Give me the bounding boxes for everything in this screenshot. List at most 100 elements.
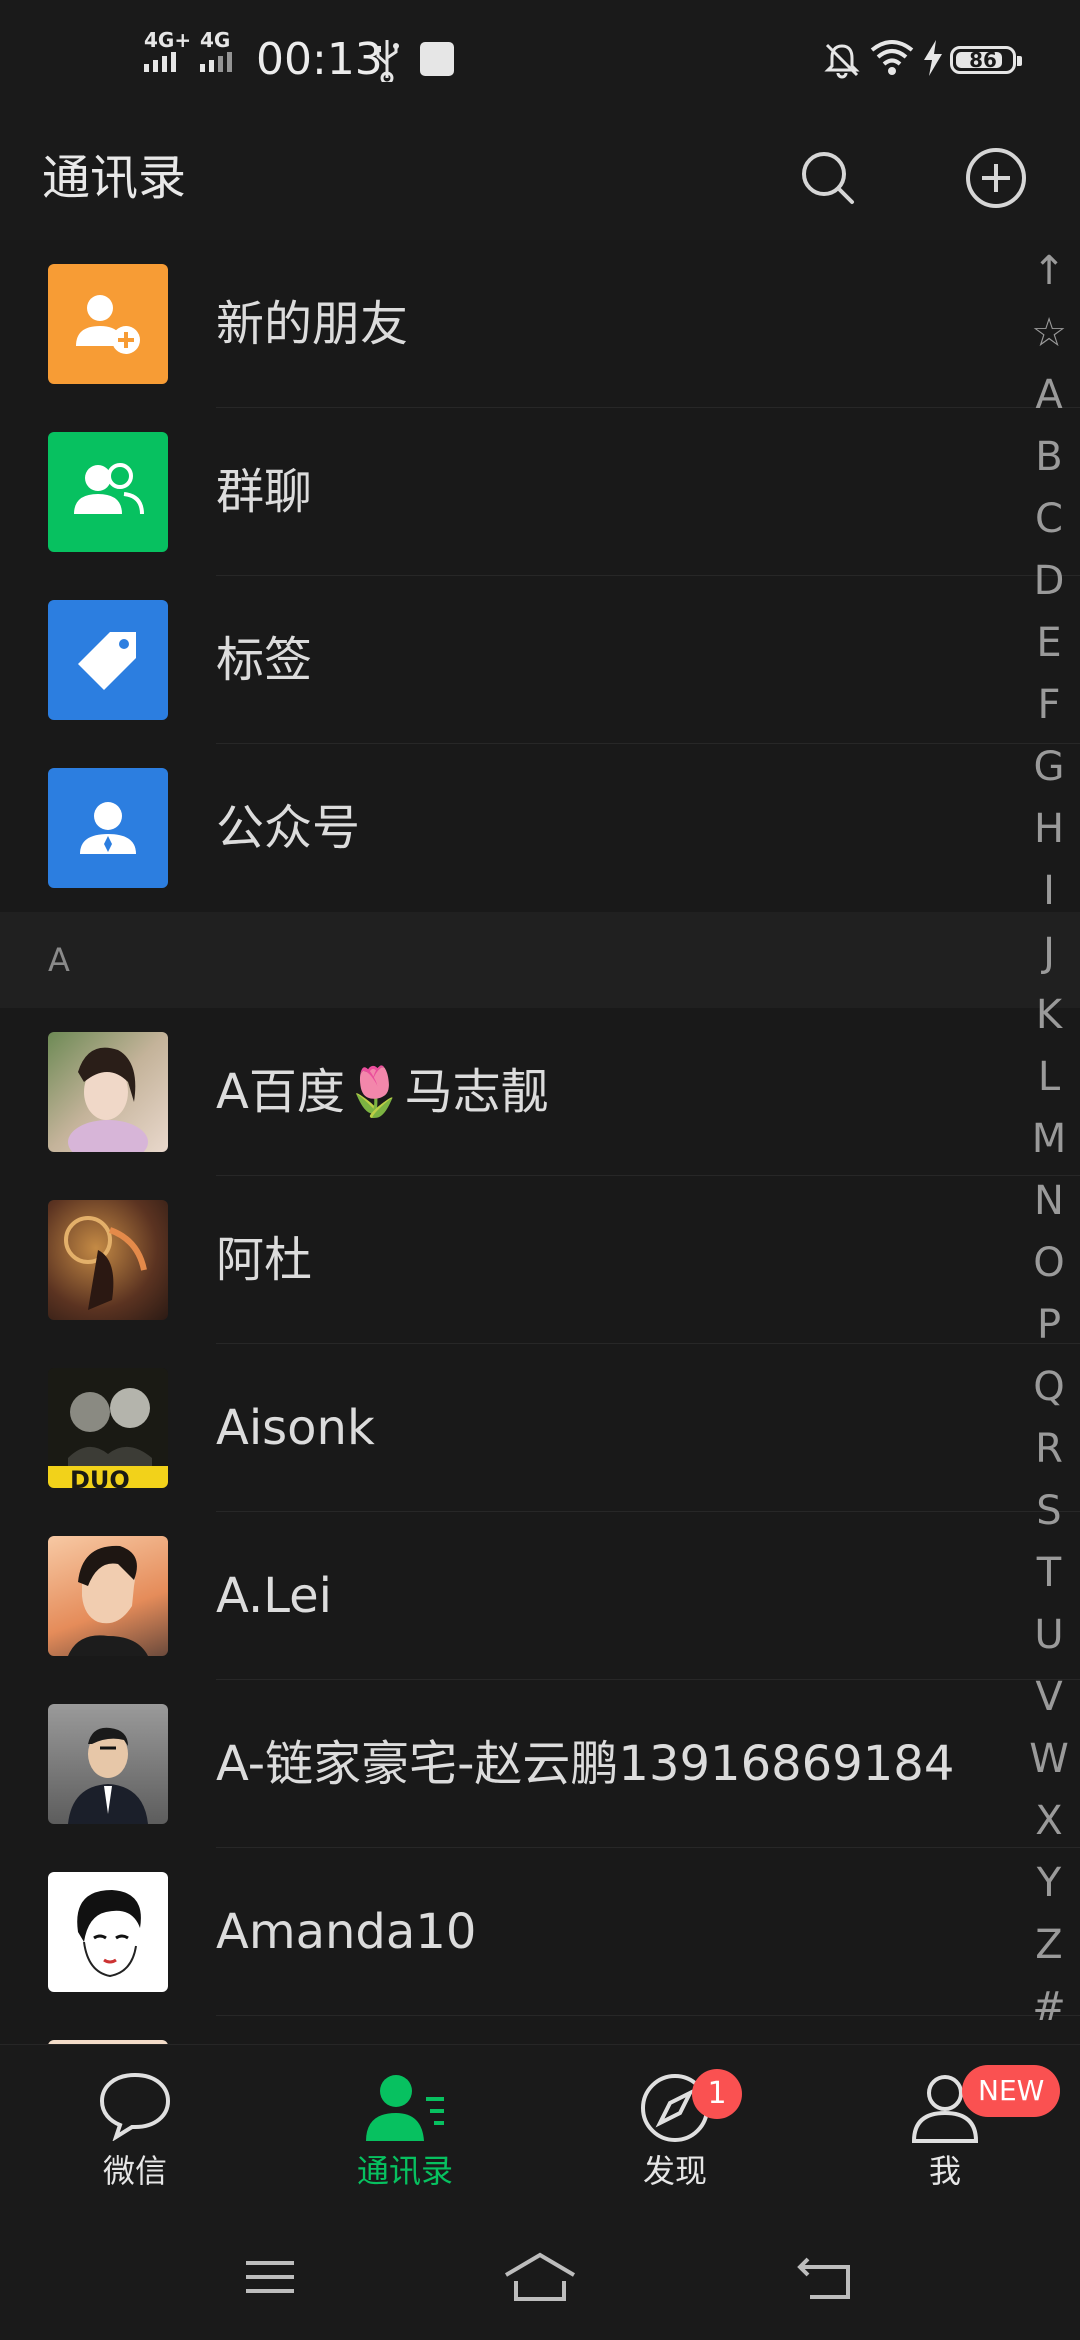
index-letter[interactable]: O — [1018, 1232, 1080, 1294]
index-letter[interactable]: I — [1018, 860, 1080, 922]
index-letter[interactable]: U — [1018, 1604, 1080, 1666]
plus-circle-icon — [966, 148, 1026, 208]
index-letter[interactable]: M — [1018, 1108, 1080, 1170]
index-letter[interactable]: L — [1018, 1046, 1080, 1108]
search-button[interactable] — [788, 138, 868, 218]
avatar — [48, 1704, 168, 1824]
contact-row[interactable]: DUO Aisonk — [0, 1344, 1080, 1512]
menu-icon — [246, 2261, 294, 2293]
contact-name: 阿杜 — [216, 1232, 313, 1288]
chat-bubble-icon — [99, 2072, 171, 2141]
contact-name: Amanda10 — [216, 1904, 477, 1960]
index-letter[interactable]: X — [1018, 1790, 1080, 1852]
menu-button[interactable] — [230, 2242, 310, 2312]
index-letter[interactable]: # — [1018, 1976, 1080, 2038]
index-letter[interactable]: E — [1018, 612, 1080, 674]
group-chats-item[interactable]: 群聊 — [0, 408, 1080, 576]
index-letter[interactable]: ↑ — [1018, 240, 1080, 302]
index-letter[interactable]: R — [1018, 1418, 1080, 1480]
index-letter[interactable]: W — [1018, 1728, 1080, 1790]
usb-icon — [372, 38, 402, 86]
avatar: DUO — [48, 1368, 168, 1488]
network-type-label: 4G — [200, 28, 231, 52]
tab-me[interactable]: NEW 我 — [810, 2045, 1080, 2213]
group-chat-icon — [48, 432, 168, 552]
page-title: 通讯录 — [42, 150, 187, 206]
index-letter[interactable]: V — [1018, 1666, 1080, 1728]
index-letter[interactable]: F — [1018, 674, 1080, 736]
back-icon — [797, 2257, 850, 2299]
contact-list[interactable]: 新的朋友 群聊 标签 公众号 A A百度🌷马志靓 阿杜 DUO Aisonk A… — [0, 240, 1080, 2044]
index-letter[interactable]: Q — [1018, 1356, 1080, 1418]
status-bar: 4G+ 4G 00:13 86 — [0, 0, 1080, 118]
search-icon — [802, 152, 854, 204]
app-header: 通讯录 — [0, 118, 1080, 240]
index-letter[interactable]: C — [1018, 488, 1080, 550]
tag-icon — [48, 600, 168, 720]
contact-row[interactable]: 阿杜 — [0, 1176, 1080, 1344]
index-letter[interactable]: J — [1018, 922, 1080, 984]
index-letter[interactable]: ☆ — [1018, 302, 1080, 364]
contact-row[interactable] — [0, 2016, 1080, 2044]
usb-debug-icon — [420, 42, 454, 76]
contact-name: Aisonk — [216, 1400, 375, 1456]
item-label: 群聊 — [216, 464, 313, 520]
add-button[interactable] — [956, 138, 1036, 218]
new-friends-item[interactable]: 新的朋友 — [0, 240, 1080, 408]
contact-row[interactable]: A百度🌷马志靓 — [0, 1008, 1080, 1176]
wifi-icon — [868, 36, 916, 82]
system-navigation-bar — [0, 2212, 1080, 2340]
avatar — [48, 1536, 168, 1656]
item-label: 新的朋友 — [216, 296, 409, 352]
me-new-badge: NEW — [962, 2065, 1061, 2117]
item-label: 公众号 — [216, 800, 361, 856]
official-account-icon — [48, 768, 168, 888]
clock: 00:13 — [256, 34, 383, 85]
index-letter[interactable]: D — [1018, 550, 1080, 612]
discover-badge: 1 — [692, 2069, 742, 2119]
charging-icon — [922, 40, 944, 80]
tab-label: 发现 — [642, 2152, 707, 2190]
battery-icon: 86 — [950, 46, 1022, 74]
avatar — [48, 1200, 168, 1320]
battery-percent: 86 — [969, 48, 997, 72]
contacts-icon — [366, 2075, 444, 2141]
official-accounts-item[interactable]: 公众号 — [0, 744, 1080, 912]
network-type-label: 4G+ — [144, 28, 192, 52]
index-letter[interactable]: G — [1018, 736, 1080, 798]
index-letter[interactable]: N — [1018, 1170, 1080, 1232]
avatar — [48, 1032, 168, 1152]
tab-label: 我 — [928, 2152, 961, 2190]
index-letter[interactable]: H — [1018, 798, 1080, 860]
index-letter[interactable]: B — [1018, 426, 1080, 488]
index-letter[interactable]: P — [1018, 1294, 1080, 1356]
alphabet-index-bar[interactable]: ↑ ☆ A B C D E F G H I J K L M N O P Q R S T U V W X Y Z # — [1018, 240, 1080, 2038]
bottom-tab-bar: 微信 通讯录 1 发现 NEW 我 — [0, 2044, 1080, 2213]
index-letter[interactable]: Z — [1018, 1914, 1080, 1976]
back-button[interactable] — [784, 2242, 864, 2312]
avatar — [48, 1872, 168, 1992]
index-letter[interactable]: K — [1018, 984, 1080, 1046]
index-letter[interactable]: S — [1018, 1480, 1080, 1542]
tab-chats[interactable]: 微信 — [0, 2045, 270, 2213]
contact-row[interactable]: A-链家豪宅-赵云鹏13916869184 — [0, 1680, 1080, 1848]
section-header-a: A — [0, 912, 1080, 1008]
contact-row[interactable]: A.Lei — [0, 1512, 1080, 1680]
tags-item[interactable]: 标签 — [0, 576, 1080, 744]
tab-contacts[interactable]: 通讯录 — [270, 2045, 540, 2213]
index-letter[interactable]: Y — [1018, 1852, 1080, 1914]
contact-row[interactable]: Amanda10 — [0, 1848, 1080, 2016]
tab-label: 通讯录 — [356, 2152, 453, 2190]
silent-bell-icon — [822, 40, 862, 84]
add-friend-icon — [48, 264, 168, 384]
section-letter: A — [48, 941, 70, 979]
home-icon — [504, 2252, 576, 2301]
contact-name: A-链家豪宅-赵云鹏13916869184 — [216, 1736, 955, 1792]
index-letter[interactable]: T — [1018, 1542, 1080, 1604]
index-letter[interactable]: A — [1018, 364, 1080, 426]
tab-discover[interactable]: 1 发现 — [540, 2045, 810, 2213]
home-button[interactable] — [500, 2242, 580, 2312]
contact-name: A百度🌷马志靓 — [216, 1064, 549, 1120]
tab-label: 微信 — [102, 2152, 167, 2190]
contact-name: A.Lei — [216, 1568, 333, 1624]
